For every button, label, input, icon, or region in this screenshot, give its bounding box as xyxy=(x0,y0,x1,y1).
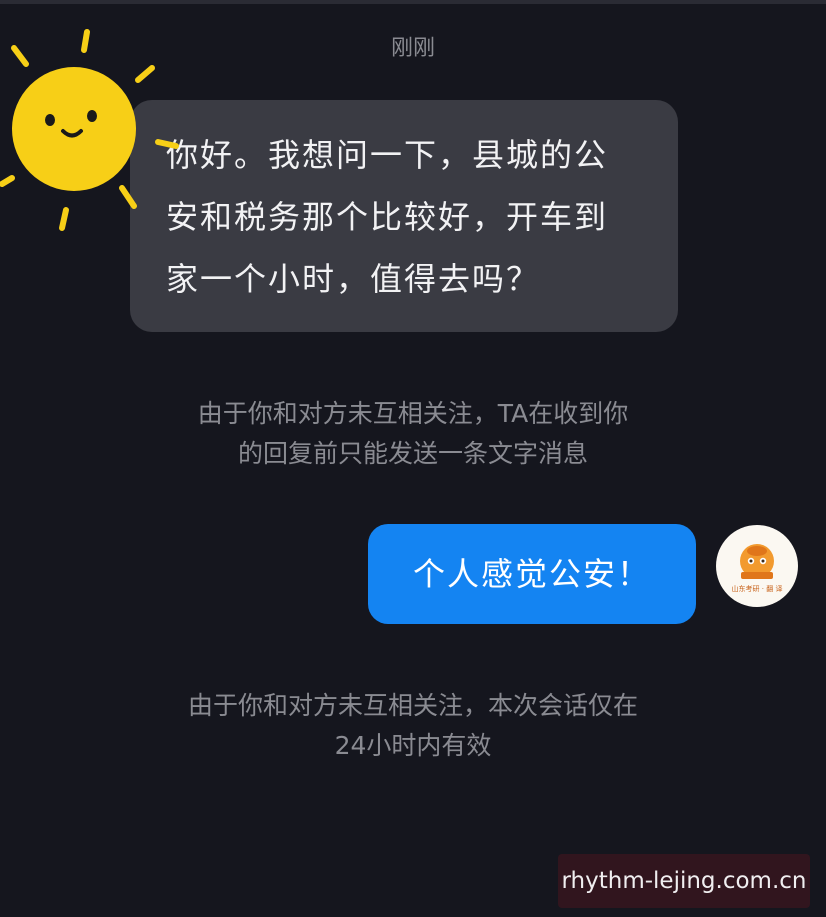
sun-ray xyxy=(155,139,179,149)
sun-ray xyxy=(0,175,15,187)
sun-eye xyxy=(45,114,55,126)
system-notice-follow: 由于你和对方未互相关注，TA在收到你 的回复前只能发送一条文字消息 xyxy=(0,394,826,474)
logo-caption: 山东考研 · 翻 译 xyxy=(732,584,783,593)
sun-ray xyxy=(119,185,137,209)
sun-face xyxy=(12,67,136,191)
logo-hair xyxy=(747,546,767,556)
site-watermark: rhythm-lejing.com.cn xyxy=(558,854,810,908)
sun-eye xyxy=(87,110,97,122)
sun-ray xyxy=(59,207,69,231)
sun-icon[interactable] xyxy=(0,28,180,238)
sun-ray xyxy=(11,45,29,67)
logo-banner xyxy=(741,572,773,579)
logo-pupil xyxy=(761,559,765,563)
incoming-message-bubble[interactable]: 你好。我想问一下，县城的公 安和税务那个比较好，开车到 家一个小时，值得去吗？ xyxy=(130,100,678,332)
incoming-message-line: 家一个小时，值得去吗？ xyxy=(166,260,541,298)
notice-line: 24小时内有效 xyxy=(334,731,492,760)
notice-line: 由于你和对方未互相关注，本次会话仅在 xyxy=(187,691,638,720)
incoming-message-line: 安和税务那个比较好，开车到 xyxy=(166,198,609,236)
notice-line: 由于你和对方未互相关注，TA在收到你 xyxy=(197,399,629,428)
cartoon-logo-icon: 山东考研 · 翻 译 xyxy=(732,544,783,593)
system-notice-expiry: 由于你和对方未互相关注，本次会话仅在 24小时内有效 xyxy=(0,686,826,766)
self-avatar[interactable]: 山东考研 · 翻 译 xyxy=(716,525,798,607)
sun-ray xyxy=(135,65,155,83)
sun-ray xyxy=(81,29,90,53)
incoming-message-line: 你好。我想问一下，县城的公 xyxy=(166,136,609,174)
notice-line: 的回复前只能发送一条文字消息 xyxy=(237,439,588,468)
top-divider xyxy=(0,0,826,4)
logo-pupil xyxy=(749,559,753,563)
outgoing-message-bubble[interactable]: 个人感觉公安！ xyxy=(368,524,696,624)
